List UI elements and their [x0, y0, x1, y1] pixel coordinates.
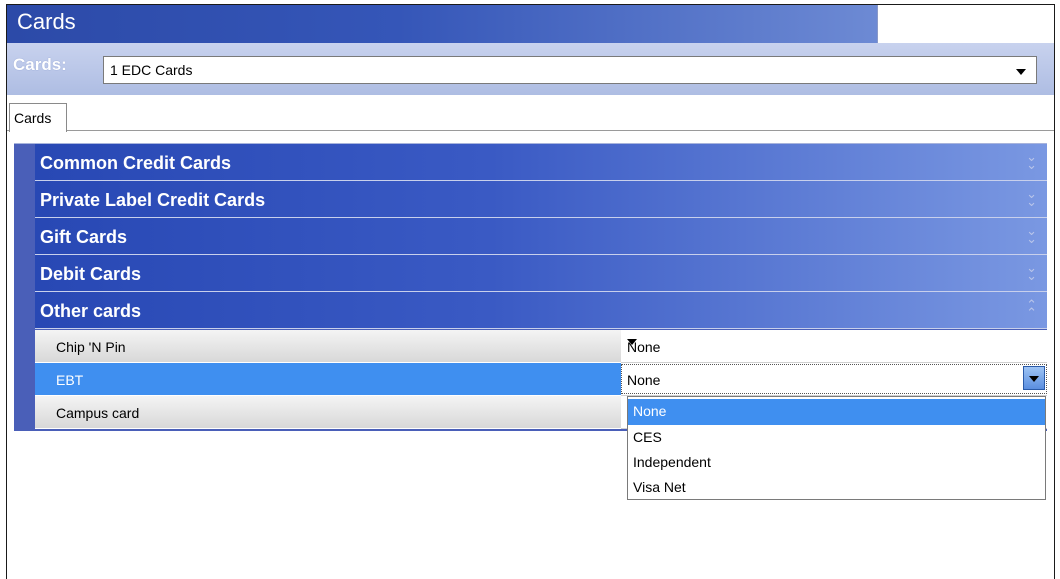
row-label-cell: EBT [35, 363, 621, 396]
title-bar-blank-area [877, 5, 1054, 43]
caret-down-icon [1029, 376, 1039, 382]
card-selector-bar: Cards: 1 EDC Cards [7, 43, 1054, 95]
cards-selector-combo[interactable]: 1 EDC Cards [103, 56, 1037, 84]
tab-cards-label: Cards [14, 110, 52, 126]
section-label: Gift Cards [40, 227, 128, 247]
row-chip-n-pin[interactable]: Chip 'N Pin None [35, 330, 1047, 363]
cards-selector-label: Cards: [13, 55, 67, 74]
ebt-dropdown-list: None CES Independent Visa Net [627, 396, 1046, 500]
option-label: None [633, 403, 667, 419]
cards-selector-value: 1 EDC Cards [110, 62, 193, 78]
row-ebt[interactable]: EBT None [35, 363, 1047, 396]
section-common-credit-cards[interactable]: Common Credit Cards ⌄ ⌄ [35, 144, 1047, 181]
caret-down-icon[interactable] [1016, 69, 1026, 75]
section-gift-cards[interactable]: Gift Cards ⌄ ⌄ [35, 218, 1047, 255]
dropdown-option-none[interactable]: None [628, 399, 1045, 425]
caret-down-icon[interactable] [627, 339, 637, 345]
ebt-select[interactable]: None [621, 363, 1047, 396]
section-label: Debit Cards [40, 264, 142, 284]
double-chevron-down-icon[interactable]: ⌄ ⌄ [1026, 187, 1037, 208]
row-label-cell: Campus card [35, 396, 621, 429]
sections-panel: Common Credit Cards ⌄ ⌄ Private Label Cre… [14, 143, 1047, 431]
dropdown-option-visa-net[interactable]: Visa Net [628, 475, 1045, 501]
option-label: Independent [633, 454, 711, 470]
ebt-value: None [627, 372, 661, 388]
title-bar: Cards [7, 5, 877, 43]
section-debit-cards[interactable]: Debit Cards ⌄ ⌄ [35, 255, 1047, 292]
dropdown-button[interactable] [1023, 366, 1045, 390]
row-label-cell: Chip 'N Pin [35, 330, 621, 363]
dropdown-option-ces[interactable]: CES [628, 425, 1045, 451]
double-chevron-down-icon[interactable]: ⌄ ⌄ [1026, 150, 1037, 171]
dropdown-option-independent[interactable]: Independent [628, 450, 1045, 476]
window-title: Cards [17, 9, 76, 34]
ebt-select-focus-box [621, 364, 1047, 394]
section-private-label-credit-cards[interactable]: Private Label Credit Cards ⌄ ⌄ [35, 181, 1047, 218]
tab-cards[interactable]: Cards [9, 103, 67, 132]
chip-n-pin-select[interactable]: None [621, 330, 1047, 363]
option-label: CES [633, 429, 662, 445]
row-label: Chip 'N Pin [56, 339, 126, 355]
tab-strip: Cards [7, 95, 1054, 132]
section-label: Other cards [40, 301, 142, 321]
section-label: Private Label Credit Cards [40, 190, 266, 210]
double-chevron-down-icon[interactable]: ⌄ ⌄ [1026, 224, 1037, 245]
section-label: Common Credit Cards [40, 153, 232, 173]
row-label: Campus card [56, 405, 140, 421]
row-label: EBT [56, 372, 84, 388]
double-chevron-up-icon[interactable]: ⌃ ⌃ [1026, 298, 1037, 319]
option-label: Visa Net [633, 479, 686, 495]
double-chevron-down-icon[interactable]: ⌄ ⌄ [1026, 261, 1037, 282]
section-other-cards[interactable]: Other cards ⌃ ⌃ [35, 292, 1047, 329]
